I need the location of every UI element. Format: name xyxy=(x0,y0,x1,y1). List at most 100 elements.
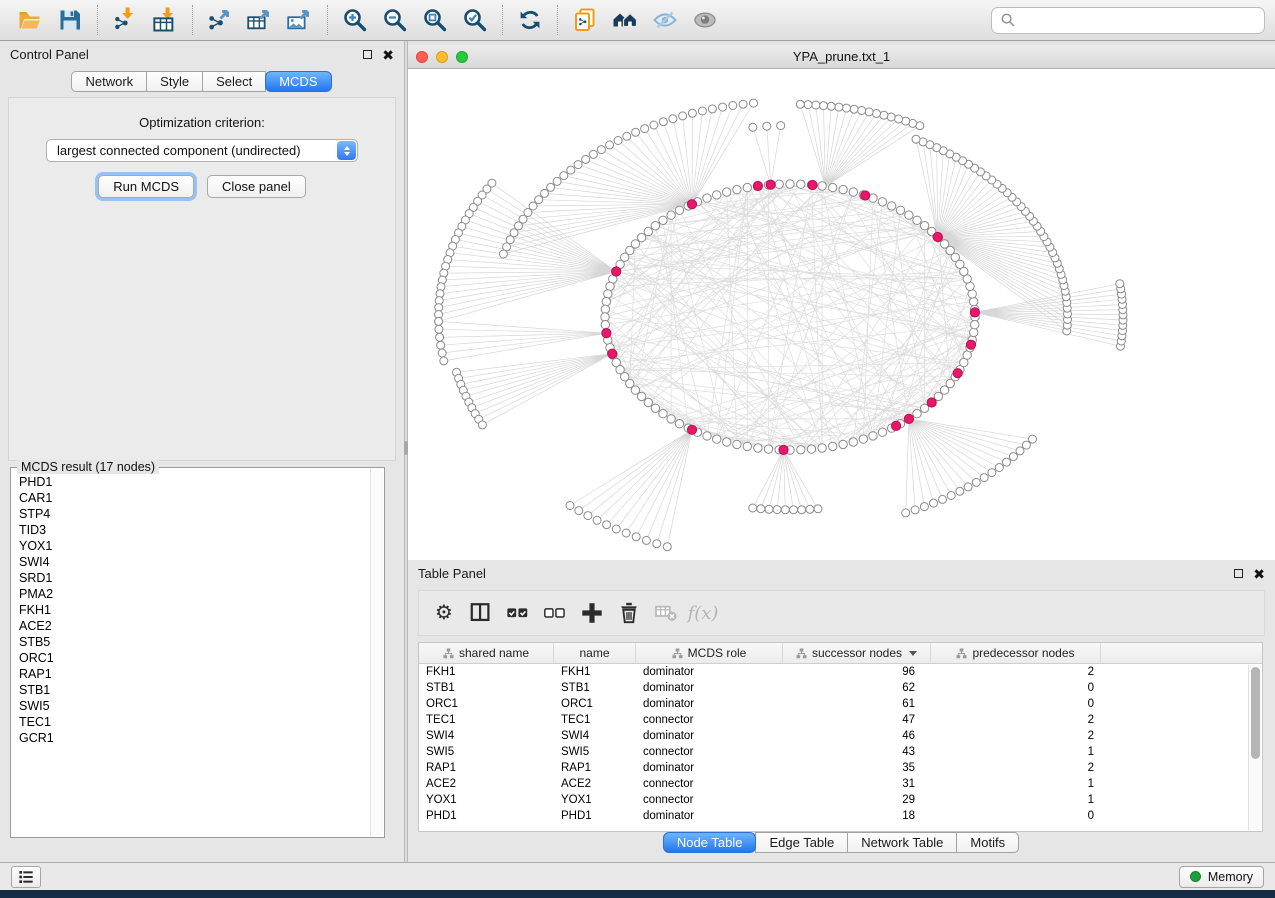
network-leaf-node[interactable] xyxy=(597,146,605,154)
network-leaf-node[interactable] xyxy=(688,109,696,117)
mcds-selected-node[interactable] xyxy=(904,414,913,423)
network-node[interactable] xyxy=(859,435,867,443)
mcds-node-item[interactable]: SRD1 xyxy=(19,570,362,586)
mcds-selected-node[interactable] xyxy=(808,180,817,189)
deselect-all-button[interactable] xyxy=(538,596,572,630)
network-node[interactable] xyxy=(637,392,645,400)
network-leaf-node[interactable] xyxy=(956,487,964,495)
add-row-button[interactable] xyxy=(575,596,609,630)
network-leaf-node[interactable] xyxy=(478,421,486,429)
network-leaf-node[interactable] xyxy=(1022,441,1030,449)
network-node[interactable] xyxy=(667,211,675,219)
network-leaf-node[interactable] xyxy=(1029,435,1037,443)
network-leaf-node[interactable] xyxy=(1009,453,1017,461)
mcds-selected-node[interactable] xyxy=(970,308,979,317)
network-leaf-node[interactable] xyxy=(437,341,445,349)
network-node[interactable] xyxy=(651,404,659,412)
network-leaf-node[interactable] xyxy=(911,506,919,514)
network-node[interactable] xyxy=(733,440,741,448)
network-leaf-node[interactable] xyxy=(765,505,773,513)
network-node[interactable] xyxy=(743,442,751,450)
export-network-button[interactable] xyxy=(200,2,240,38)
network-node[interactable] xyxy=(667,415,675,423)
network-node[interactable] xyxy=(754,444,762,452)
network-leaf-node[interactable] xyxy=(541,189,549,197)
network-leaf-node[interactable] xyxy=(440,357,448,365)
network-leaf-node[interactable] xyxy=(612,525,620,533)
network-leaf-node[interactable] xyxy=(547,183,555,191)
column-header-MCDS-role[interactable]: MCDS role xyxy=(636,643,783,663)
tab-node-table[interactable]: Node Table xyxy=(663,832,757,853)
network-leaf-node[interactable] xyxy=(750,99,758,107)
table-row[interactable]: TEC1TEC1connector472 xyxy=(419,712,1262,728)
network-leaf-node[interactable] xyxy=(438,349,446,357)
network-node[interactable] xyxy=(606,282,614,290)
column-header-name[interactable]: name xyxy=(554,643,636,663)
mcds-node-item[interactable]: TEC1 xyxy=(19,714,362,730)
network-leaf-node[interactable] xyxy=(650,121,658,129)
network-leaf-node[interactable] xyxy=(435,317,443,325)
network-node[interactable] xyxy=(920,222,928,230)
network-leaf-node[interactable] xyxy=(499,250,507,258)
network-leaf-node[interactable] xyxy=(843,104,851,112)
zoom-selected-button[interactable] xyxy=(455,2,495,38)
network-leaf-node[interactable] xyxy=(781,506,789,514)
network-leaf-node[interactable] xyxy=(757,505,765,513)
mcds-node-item[interactable]: TID3 xyxy=(19,522,362,538)
mcds-selected-node[interactable] xyxy=(861,191,870,200)
table-row[interactable]: PHD1PHD1dominator180 xyxy=(419,808,1262,824)
network-node[interactable] xyxy=(601,305,609,313)
network-node[interactable] xyxy=(723,438,731,446)
search-field[interactable] xyxy=(991,7,1265,34)
network-leaf-node[interactable] xyxy=(827,102,835,110)
network-node[interactable] xyxy=(971,321,979,329)
network-leaf-node[interactable] xyxy=(930,499,938,507)
mcds-selected-node[interactable] xyxy=(753,181,762,190)
run-mcds-button[interactable]: Run MCDS xyxy=(98,175,194,198)
network-node[interactable] xyxy=(604,290,612,298)
table-row[interactable]: FKH1FKH1dominator962 xyxy=(419,664,1262,680)
criterion-select[interactable]: largest connected component (undirected) xyxy=(46,139,358,162)
select-all-button[interactable] xyxy=(501,596,535,630)
network-leaf-node[interactable] xyxy=(763,122,771,130)
network-node[interactable] xyxy=(675,420,683,428)
network-leaf-node[interactable] xyxy=(820,102,828,110)
mcds-node-item[interactable]: STB1 xyxy=(19,682,362,698)
mcds-selected-node[interactable] xyxy=(953,369,962,378)
open-file-button[interactable] xyxy=(10,2,50,38)
network-leaf-node[interactable] xyxy=(593,516,601,524)
mcds-node-item[interactable]: SWI5 xyxy=(19,698,362,714)
network-leaf-node[interactable] xyxy=(566,502,574,510)
first-neighbors-button[interactable] xyxy=(605,2,645,38)
zoom-out-button[interactable] xyxy=(375,2,415,38)
network-node[interactable] xyxy=(869,432,877,440)
network-leaf-node[interactable] xyxy=(603,521,611,529)
network-leaf-node[interactable] xyxy=(606,141,614,149)
network-node[interactable] xyxy=(818,444,826,452)
import-table-button[interactable] xyxy=(145,2,185,38)
network-leaf-node[interactable] xyxy=(895,115,903,123)
import-network-button[interactable] xyxy=(105,2,145,38)
network-leaf-node[interactable] xyxy=(988,469,996,477)
network-leaf-node[interactable] xyxy=(947,492,955,500)
network-node[interactable] xyxy=(970,328,978,336)
network-leaf-node[interactable] xyxy=(435,325,443,333)
tab-edge-table[interactable]: Edge Table xyxy=(755,832,848,853)
network-node[interactable] xyxy=(829,442,837,450)
delete-row-button[interactable] xyxy=(612,596,646,630)
network-node[interactable] xyxy=(713,191,721,199)
network-leaf-node[interactable] xyxy=(653,540,661,548)
network-leaf-node[interactable] xyxy=(812,101,820,109)
network-leaf-node[interactable] xyxy=(1116,280,1124,288)
network-leaf-node[interactable] xyxy=(632,128,640,136)
network-leaf-node[interactable] xyxy=(964,483,972,491)
tab-select[interactable]: Select xyxy=(202,71,266,92)
network-leaf-node[interactable] xyxy=(623,132,631,140)
mcds-result-list[interactable]: PHD1CAR1STP4TID3YOX1SWI4SRD1PMA2FKH1ACE2… xyxy=(13,470,368,835)
mcds-node-item[interactable]: SWI4 xyxy=(19,554,362,570)
network-node[interactable] xyxy=(905,211,913,219)
network-node[interactable] xyxy=(733,185,741,193)
close-panel-button[interactable]: Close panel xyxy=(207,175,306,198)
export-image-button[interactable] xyxy=(280,2,320,38)
network-node[interactable] xyxy=(786,180,794,188)
